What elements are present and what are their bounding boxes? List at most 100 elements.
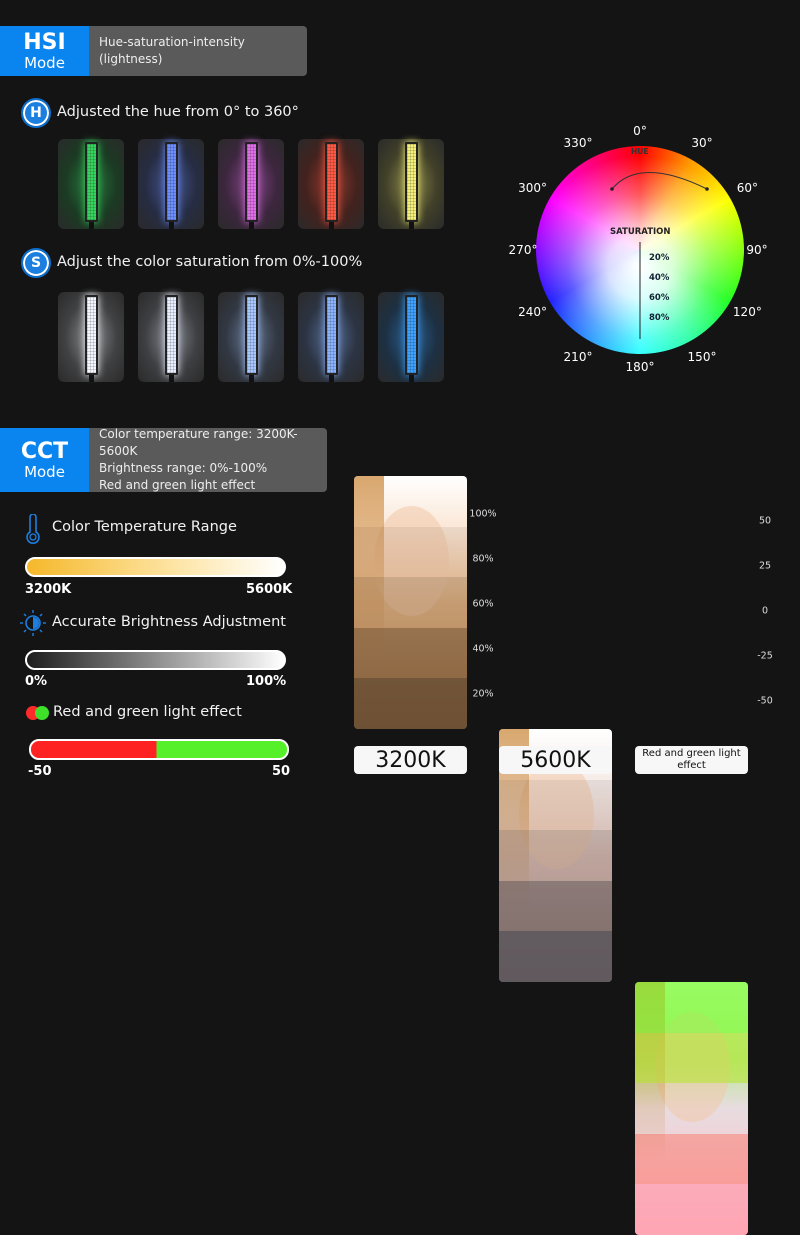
saturation-tick: 60% xyxy=(649,293,670,303)
cct-desc-line: Red and green light effect xyxy=(99,478,256,492)
redgreen-scale-label: -25 xyxy=(757,650,773,662)
brightness-band xyxy=(635,982,748,1033)
light-stand-icon xyxy=(168,222,174,229)
light-tile xyxy=(378,292,444,382)
light-stand-icon xyxy=(248,222,254,229)
hsi-description: Hue-saturation-intensity (lightness) xyxy=(89,26,307,76)
light-stand-icon xyxy=(88,375,94,382)
hsi-description-text: Hue-saturation-intensity (lightness) xyxy=(99,35,245,66)
degree-label: 330° xyxy=(563,135,593,150)
light-tile xyxy=(58,292,124,382)
temperature-label: Color Temperature Range xyxy=(52,519,237,535)
temperature-max: 5600K xyxy=(246,582,293,597)
light-tile xyxy=(298,139,364,229)
brightness-scale-label: 40% xyxy=(472,643,494,655)
brightness-min: 0% xyxy=(25,674,48,689)
cct-desc-line: Brightness range: 0%-100% xyxy=(99,461,268,475)
photo-caption: Red and green light effect xyxy=(635,746,748,774)
light-stand-icon xyxy=(408,375,414,382)
light-stand-icon xyxy=(328,375,334,382)
hue-arc-end xyxy=(610,187,614,191)
brightness-max: 100% xyxy=(246,674,287,689)
light-stand-icon xyxy=(168,375,174,382)
light-tile xyxy=(218,139,284,229)
light-stand-icon xyxy=(328,222,334,229)
brightness-band xyxy=(499,779,612,831)
light-stand-icon xyxy=(408,222,414,229)
redgreen-scale-label: -50 xyxy=(757,695,773,707)
redgreen-scale-label: 50 xyxy=(758,515,772,527)
redgreen-label: Red and green light effect xyxy=(53,704,242,720)
brightness-scale-label: 100% xyxy=(469,508,497,520)
light-tile xyxy=(138,292,204,382)
brightness-band xyxy=(635,1133,748,1185)
thermometer-icon xyxy=(26,514,40,544)
light-tile xyxy=(58,139,124,229)
cct-description: Color temperature range: 3200K-5600K Bri… xyxy=(89,427,327,492)
saturation-icon-letter: S xyxy=(30,255,42,271)
saturation-tick: 80% xyxy=(649,313,670,323)
led-light-bar xyxy=(324,295,338,382)
redgreen-scale-label: 25 xyxy=(758,560,772,572)
brightness-band xyxy=(354,577,467,628)
brightness-scale-label: 60% xyxy=(472,598,494,610)
hue-arc xyxy=(611,172,708,190)
saturation-tick: 20% xyxy=(649,253,670,263)
brightness-band xyxy=(499,931,612,982)
hue-h-icon: H xyxy=(21,98,51,128)
saturation-label-wheel: SATURATION xyxy=(610,227,671,237)
degree-label: 30° xyxy=(691,135,713,150)
redgreen-max: 50 xyxy=(272,764,291,779)
led-light-bar xyxy=(164,142,178,229)
brightness-band xyxy=(354,627,467,679)
temperature-min: 3200K xyxy=(25,582,72,597)
brightness-gradient-bar xyxy=(25,650,286,670)
degree-label: 240° xyxy=(518,305,548,319)
brightness-band xyxy=(499,880,612,932)
degree-label: 210° xyxy=(563,350,593,365)
redgreen-bar xyxy=(29,739,289,760)
temperature-gradient-bar xyxy=(25,557,286,577)
led-light-bar xyxy=(84,295,98,382)
degree-label: 60° xyxy=(736,181,759,195)
brightness-icon xyxy=(20,610,46,636)
brightness-band xyxy=(499,830,612,881)
brightness-label: Accurate Brightness Adjustment xyxy=(52,614,286,630)
degree-label: 300° xyxy=(518,181,548,195)
brightness-band xyxy=(354,678,467,729)
degree-label: 120° xyxy=(732,305,762,319)
light-stand-icon xyxy=(88,222,94,229)
brightness-scale-label: 80% xyxy=(472,553,494,565)
hsi-title: HSI xyxy=(23,29,66,55)
led-light-bar xyxy=(404,295,418,382)
degree-label: 150° xyxy=(687,350,717,365)
brightness-scale-label: 20% xyxy=(472,688,494,700)
portrait-photo xyxy=(635,982,748,1235)
brightness-band xyxy=(354,476,467,527)
brightness-band xyxy=(635,1184,748,1235)
saturation-tick: 40% xyxy=(649,273,670,283)
photo-caption: 3200K xyxy=(354,746,467,774)
led-light-bar xyxy=(244,295,258,382)
saturation-label: Adjust the color saturation from 0%-100% xyxy=(57,254,363,270)
hue-arc-end xyxy=(705,187,709,191)
degree-label: 180° xyxy=(625,360,655,374)
led-light-bar xyxy=(324,142,338,229)
light-tile xyxy=(378,139,444,229)
hsi-mode-label: Mode xyxy=(24,53,65,72)
led-light-bar xyxy=(84,142,98,229)
brightness-band xyxy=(635,1032,748,1084)
green-dot-icon xyxy=(35,706,49,720)
degree-label: 270° xyxy=(508,243,538,257)
hsi-mode-badge: HSI Mode xyxy=(0,26,89,76)
cct-mode-label: Mode xyxy=(24,462,65,481)
portrait-photo xyxy=(354,476,467,729)
light-tile xyxy=(138,139,204,229)
photo-caption: 5600K xyxy=(499,746,612,774)
cct-desc-line: Color temperature range: 3200K-5600K xyxy=(99,427,298,458)
light-tile xyxy=(298,292,364,382)
cct-mode-badge: CCT Mode xyxy=(0,428,89,492)
hue-icon-letter: H xyxy=(30,105,42,121)
hue-label-wheel: HUE xyxy=(631,147,649,156)
brightness-band xyxy=(354,526,467,578)
